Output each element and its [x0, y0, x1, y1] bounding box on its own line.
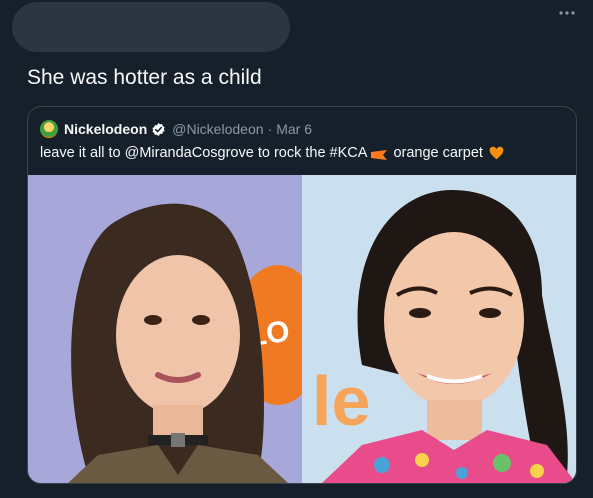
avatar[interactable] — [40, 120, 58, 138]
orange-flag-icon — [371, 148, 388, 160]
quoted-tweet-body: leave it all to @MirandaCosgrove to rock… — [40, 145, 504, 161]
tweet-text: She was hotter as a child — [27, 66, 262, 89]
quoted-text-main: leave it all to @MirandaCosgrove to rock… — [40, 145, 368, 161]
separator-dot: · — [267, 121, 273, 137]
background-logo-text: le — [312, 362, 370, 440]
verified-badge-icon — [151, 122, 166, 137]
quoted-tweet[interactable]: Nickelodeon @Nickelodeon · Mar 6 leave i… — [27, 106, 577, 484]
more-options-icon[interactable] — [556, 6, 578, 22]
orange-heart-icon — [489, 146, 504, 160]
quoted-tweet-header: Nickelodeon @Nickelodeon · Mar 6 — [40, 119, 312, 139]
quoted-image-left[interactable]: LO — [28, 175, 302, 483]
quoted-date[interactable]: Mar 6 — [276, 121, 312, 137]
redacted-user-header — [12, 2, 290, 52]
quoted-author-handle[interactable]: @Nickelodeon — [172, 121, 263, 137]
quoted-image-right[interactable]: le — [302, 175, 576, 483]
quoted-text-end: orange carpet — [393, 145, 483, 161]
quoted-author-name[interactable]: Nickelodeon — [64, 121, 147, 137]
